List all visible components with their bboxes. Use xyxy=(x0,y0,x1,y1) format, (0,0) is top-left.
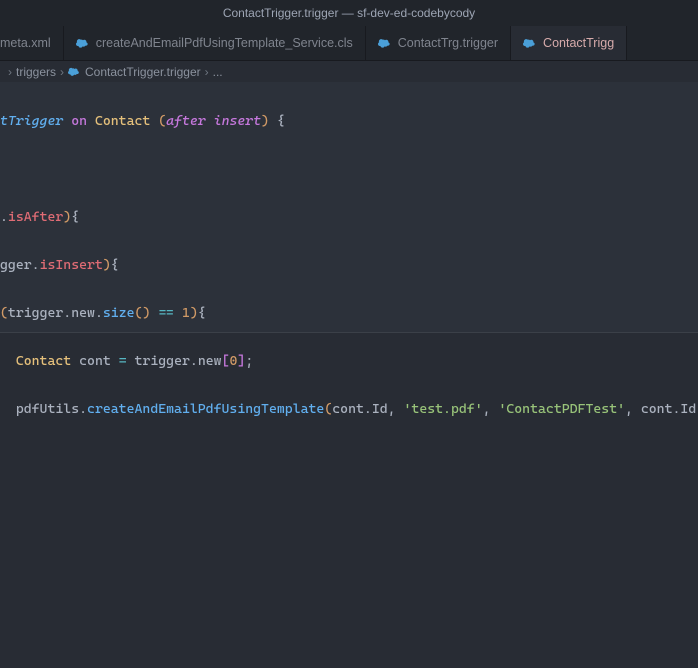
salesforce-icon xyxy=(76,36,90,50)
chevron-right-icon: › xyxy=(205,65,209,79)
tab-service-cls[interactable]: createAndEmailPdfUsingTemplate_Service.c… xyxy=(64,26,366,60)
salesforce-icon xyxy=(523,36,537,50)
tab-meta-xml[interactable]: meta.xml xyxy=(0,26,64,60)
breadcrumb-item[interactable]: ContactTrigger.trigger xyxy=(85,65,201,79)
tab-label: ContactTrg.trigger xyxy=(398,36,498,50)
salesforce-icon xyxy=(68,65,81,78)
tab-label: meta.xml xyxy=(0,36,51,50)
code-line[interactable]: gger.isInsert){ xyxy=(0,253,698,277)
code-line[interactable]: (trigger.new.size() == 1){ xyxy=(0,301,698,325)
code-line[interactable]: tTrigger on Contact (after insert) { xyxy=(0,109,698,133)
editor-highlighted-region: tTrigger on Contact (after insert) { .is… xyxy=(0,83,698,333)
code-line[interactable]: Contact cont = trigger.new[0]; xyxy=(0,349,698,373)
tab-contact-trg[interactable]: ContactTrg.trigger xyxy=(366,26,511,60)
breadcrumb[interactable]: › triggers › ContactTrigger.trigger › ..… xyxy=(0,61,698,83)
window-title: ContactTrigger.trigger — sf-dev-ed-codeb… xyxy=(223,6,475,20)
code-line[interactable]: .isAfter){ xyxy=(0,205,698,229)
window-title-bar: ContactTrigger.trigger — sf-dev-ed-codeb… xyxy=(0,0,698,26)
chevron-right-icon: › xyxy=(8,65,12,79)
code-editor[interactable]: tTrigger on Contact (after insert) { .is… xyxy=(0,83,698,447)
salesforce-icon xyxy=(378,36,392,50)
tab-label: ContactTrigg xyxy=(543,36,614,50)
tab-label: createAndEmailPdfUsingTemplate_Service.c… xyxy=(96,36,353,50)
breadcrumb-item[interactable]: triggers xyxy=(16,65,56,79)
chevron-right-icon: › xyxy=(60,65,64,79)
code-line[interactable]: pdfUtils.createAndEmailPdfUsingTemplate(… xyxy=(0,397,698,421)
tab-bar: meta.xml createAndEmailPdfUsingTemplate_… xyxy=(0,26,698,61)
code-line[interactable] xyxy=(0,157,698,181)
tab-contact-trigger[interactable]: ContactTrigg xyxy=(511,26,627,60)
breadcrumb-item[interactable]: ... xyxy=(213,65,223,79)
